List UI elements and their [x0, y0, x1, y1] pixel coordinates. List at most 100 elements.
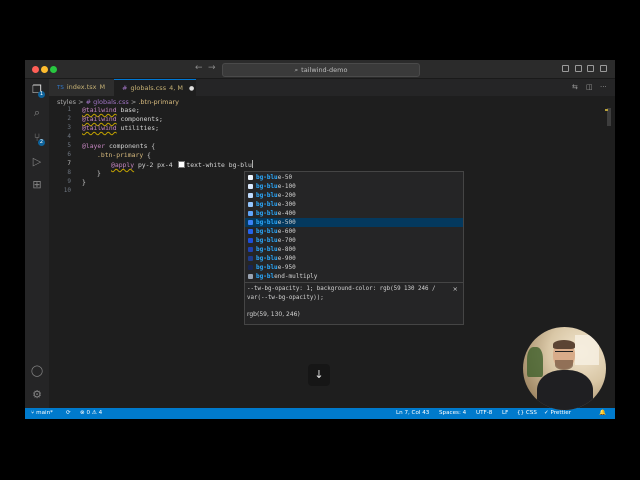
- breadcrumb-file[interactable]: # globals.css: [86, 98, 129, 106]
- suggestion-item[interactable]: bg-blue-400: [245, 209, 463, 218]
- git-branch[interactable]: ⑂ main*: [31, 408, 53, 419]
- sync-icon[interactable]: ⟳: [66, 408, 71, 419]
- suggestion-item[interactable]: bg-blue-300: [245, 200, 463, 209]
- code-text: {: [143, 151, 151, 159]
- notifications-bell-icon[interactable]: 🔔: [599, 408, 606, 419]
- problems-indicator[interactable]: ⊗ 0 ⚠ 4: [80, 408, 102, 419]
- suggestion-item[interactable]: bg-blue-900: [245, 254, 463, 263]
- typescript-file-icon: TS: [57, 85, 64, 91]
- suggestion-item[interactable]: bg-blue-950: [245, 263, 463, 272]
- encoding[interactable]: UTF-8: [476, 408, 492, 419]
- color-swatch-icon[interactable]: [178, 160, 186, 168]
- code-keyword: @tailwind: [82, 106, 117, 114]
- suggestion-match: bg-blu: [256, 201, 278, 208]
- suggestion-rest: e-100: [277, 183, 296, 190]
- suggestion-rest: e-900: [277, 255, 296, 262]
- suggestion-item[interactable]: bg-blue-50: [245, 173, 463, 182]
- activity-bar: ❐ 1 ⌕ ⑂ 2 ▷ ⊞ ◯ ⚙: [25, 79, 49, 408]
- suggestion-match: bg-blu: [256, 264, 278, 271]
- code-text: components;: [116, 115, 163, 123]
- suggestion-match: bg-blu: [256, 246, 278, 253]
- suggestion-rest: e-950: [277, 264, 296, 271]
- line-number: 5: [67, 142, 71, 149]
- status-bar: ⑂ main* ⟳ ⊗ 0 ⚠ 4 Ln 7, Col 43 Spaces: 4…: [25, 408, 615, 419]
- avatar-glasses: [555, 351, 573, 356]
- code-keyword: @layer: [82, 142, 106, 150]
- color-swatch-icon: [248, 229, 253, 234]
- tab-globals-css[interactable]: # globals.css 4, M ●: [114, 79, 196, 96]
- code-keyword: @apply: [111, 161, 135, 169]
- code-line: }: [97, 169, 101, 178]
- search-icon[interactable]: ⌕: [30, 106, 44, 120]
- toggle-secondary-sidebar-icon[interactable]: [587, 65, 594, 72]
- breadcrumb-folder[interactable]: styles: [57, 98, 76, 106]
- suggestion-item[interactable]: bg-blue-200: [245, 191, 463, 200]
- customize-layout-icon[interactable]: [600, 65, 607, 72]
- branch-label: main*: [36, 410, 53, 416]
- tab-index-tsx[interactable]: TS index.tsx M: [49, 79, 114, 96]
- search-icon: ⌕: [294, 66, 299, 74]
- color-swatch-icon: [248, 274, 253, 279]
- color-swatch-icon: [248, 184, 253, 189]
- more-actions-icon[interactable]: ···: [600, 83, 607, 91]
- line-number: 4: [67, 133, 71, 140]
- details-rgb-value: rgb(59, 130, 246): [247, 311, 300, 318]
- indentation[interactable]: Spaces: 4: [439, 408, 466, 419]
- back-arrow-icon[interactable]: ←: [195, 63, 203, 73]
- suggestion-rest: e-200: [277, 192, 296, 199]
- command-center-search[interactable]: ⌕ tailwind-demo: [222, 63, 420, 77]
- code-keyword: @tailwind: [82, 124, 117, 132]
- suggestion-item[interactable]: bg-blue-100: [245, 182, 463, 191]
- explorer-badge: 1: [38, 91, 45, 98]
- close-icon[interactable]: ×: [453, 285, 458, 293]
- suggestion-item[interactable]: bg-blue-800: [245, 245, 463, 254]
- code-text: base;: [116, 106, 140, 114]
- forward-arrow-icon[interactable]: →: [208, 63, 216, 73]
- settings-gear-icon[interactable]: ⚙: [30, 388, 44, 402]
- code-line: @layer components {: [82, 142, 155, 151]
- suggestion-item-selected[interactable]: bg-blue-500: [245, 218, 463, 227]
- end-of-line[interactable]: LF: [502, 408, 508, 419]
- suggestion-rest: e-300: [277, 201, 296, 208]
- tab-label: globals.css: [130, 84, 167, 92]
- suggestion-details: --tw-bg-opacity: 1; background-color: rg…: [244, 282, 464, 325]
- scroll-down-arrow-icon[interactable]: ↓: [308, 364, 330, 386]
- suggestion-item[interactable]: bg-blend-multiply: [245, 272, 463, 281]
- toggle-primary-sidebar-icon[interactable]: [562, 65, 569, 72]
- suggestion-match: bg-blu: [256, 210, 278, 217]
- suggestion-item[interactable]: bg-blue-700: [245, 236, 463, 245]
- suggestion-match: bg-blu: [256, 228, 278, 235]
- close-window-button[interactable]: [32, 66, 39, 73]
- autocomplete-suggestions: bg-blue-50 bg-blue-100 bg-blue-200 bg-bl…: [244, 171, 464, 283]
- tab-status: 4, M: [169, 84, 183, 92]
- breadcrumb-separator: >: [78, 98, 84, 106]
- code-text: utilities;: [116, 124, 159, 132]
- line-number: 10: [63, 187, 71, 194]
- breadcrumb-separator: >: [130, 98, 137, 106]
- line-number: 1: [67, 106, 71, 113]
- toggle-panel-icon[interactable]: [575, 65, 582, 72]
- color-swatch-icon: [248, 175, 253, 180]
- suggestion-item[interactable]: bg-blue-600: [245, 227, 463, 236]
- code-line: @tailwind base;: [82, 106, 140, 115]
- breadcrumb-symbol[interactable]: .btn-primary: [138, 98, 179, 106]
- extensions-icon[interactable]: ⊞: [30, 178, 44, 192]
- code-line: @tailwind components;: [82, 115, 163, 124]
- zoom-window-button[interactable]: [50, 66, 57, 73]
- compare-changes-icon[interactable]: ⇆: [572, 83, 578, 91]
- line-number: 3: [67, 124, 71, 131]
- suggestion-rest: e-800: [277, 246, 296, 253]
- code-line: }: [82, 178, 86, 187]
- split-editor-icon[interactable]: ◫: [586, 83, 593, 91]
- minimap-warning-marker: [605, 109, 608, 111]
- unsaved-dot-icon[interactable]: ●: [189, 85, 194, 92]
- language-mode[interactable]: {} CSS: [517, 408, 537, 419]
- cursor-position[interactable]: Ln 7, Col 43: [396, 408, 429, 419]
- avatar-background-window: [575, 335, 599, 365]
- presenter-webcam-avatar: [523, 327, 606, 410]
- color-swatch-icon: [248, 256, 253, 261]
- line-number: 9: [67, 178, 71, 185]
- minimize-window-button[interactable]: [41, 66, 48, 73]
- run-debug-icon[interactable]: ▷: [30, 155, 44, 169]
- account-icon[interactable]: ◯: [30, 364, 44, 378]
